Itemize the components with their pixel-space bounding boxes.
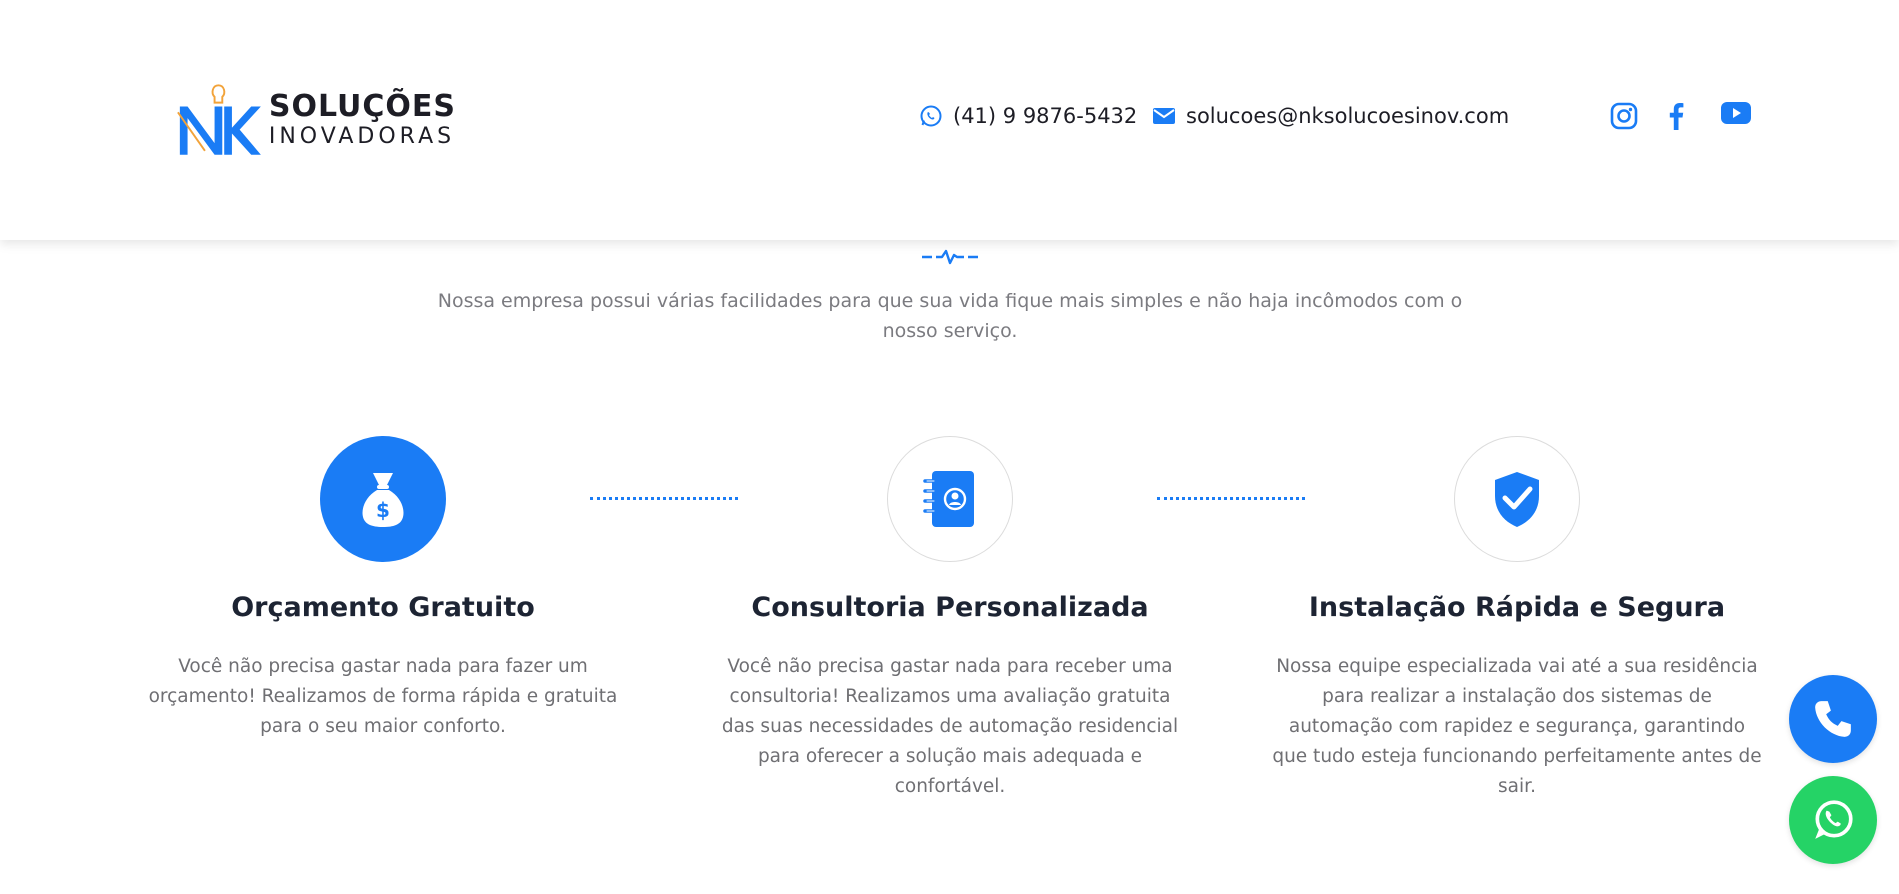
step-2-title: Consultoria Personalizada — [751, 592, 1149, 623]
intro-text: Nossa empresa possui várias facilidades … — [437, 290, 1463, 342]
email-address: solucoes@nksolucoesinov.com — [1186, 104, 1510, 128]
logo-title: SOLUÇÕES — [268, 89, 456, 124]
step-connector-1 — [590, 497, 738, 500]
money-bag-icon: $ — [362, 473, 404, 527]
step-3-title: Instalação Rápida e Segura — [1308, 592, 1726, 623]
logo[interactable]: SOLUÇÕES INOVADORAS — [176, 82, 456, 158]
step-2-icon-circle — [887, 436, 1013, 562]
step-1-description: Você não precisa gastar nada para fazer … — [148, 656, 618, 737]
heartbeat-divider-icon — [922, 249, 978, 265]
shield-check-icon — [1495, 472, 1539, 527]
youtube-link[interactable] — [1721, 102, 1751, 124]
step-1-icon-circle: $ — [320, 436, 446, 562]
facebook-link[interactable] — [1668, 102, 1684, 130]
logo-mark — [177, 84, 261, 155]
floating-whatsapp-button[interactable] — [1789, 776, 1877, 864]
phone-number: (41) 9 9876-5432 — [953, 104, 1138, 128]
header-phone-link[interactable]: (41) 9 9876-5432 — [919, 104, 1137, 128]
svg-text:$: $ — [376, 498, 390, 522]
site-header: SOLUÇÕES INOVADORAS (41) 9 9876-5432 sol… — [0, 0, 1899, 240]
step-connector-2 — [1157, 497, 1305, 500]
whatsapp-icon — [920, 105, 942, 127]
contact-book-icon — [923, 471, 974, 527]
logo-subtitle: INOVADORAS — [268, 124, 456, 149]
floating-call-button[interactable] — [1789, 675, 1877, 763]
step-3-icon-circle — [1454, 436, 1580, 562]
youtube-icon — [1721, 102, 1751, 124]
whatsapp-icon — [1815, 800, 1853, 839]
envelope-icon — [1153, 108, 1175, 124]
step-1-title: Orçamento Gratuito — [231, 592, 535, 623]
step-2-description: Você não precisa gastar nada para recebe… — [721, 656, 1179, 797]
phone-icon — [1815, 701, 1851, 737]
step-3-description: Nossa equipe especializada vai até a sua… — [1272, 656, 1762, 797]
instagram-link[interactable] — [1610, 102, 1638, 130]
facebook-icon — [1669, 103, 1684, 130]
instagram-icon — [1610, 102, 1638, 130]
header-email-link[interactable]: solucoes@nksolucoesinov.com — [1152, 104, 1509, 128]
